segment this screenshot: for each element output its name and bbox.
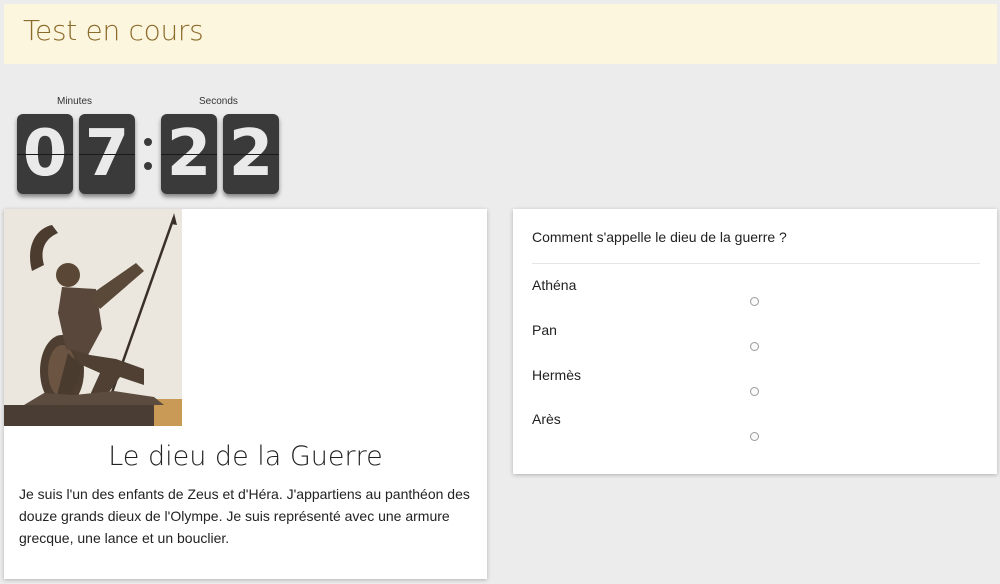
- quiz-question: Comment s'appelle le dieu de la guerre ?: [532, 229, 787, 245]
- timer-colon: [141, 128, 155, 178]
- option-label-pan: Pan: [532, 322, 557, 338]
- quiz-card: Comment s'appelle le dieu de la guerre ?…: [513, 209, 997, 474]
- radio-athena[interactable]: [750, 297, 759, 306]
- minutes-digit-ones: 7: [79, 114, 135, 194]
- quiz-divider: [532, 263, 980, 264]
- seconds-digit-ones: 2: [223, 114, 279, 194]
- seconds-label: Seconds: [199, 96, 238, 107]
- option-label-ares: Arès: [532, 411, 561, 427]
- lesson-title: Le dieu de la Guerre: [108, 441, 383, 472]
- minutes-digit-tens: 0: [17, 114, 73, 194]
- radio-ares[interactable]: [750, 432, 759, 441]
- page-title: Test en cours: [23, 14, 204, 47]
- lesson-text: Je suis l'un des enfants de Zeus et d'Hé…: [19, 486, 470, 546]
- spartan-statue-image: [4, 209, 182, 426]
- page-header: Test en cours: [4, 4, 997, 64]
- lesson-card: Le dieu de la Guerre Je suis l'un des en…: [4, 209, 487, 579]
- minutes-label: Minutes: [57, 96, 93, 107]
- radio-pan[interactable]: [750, 342, 759, 351]
- option-label-athena: Athéna: [532, 277, 577, 293]
- seconds-digit-tens: 2: [161, 114, 217, 194]
- option-label-hermes: Hermès: [532, 367, 582, 383]
- radio-hermes[interactable]: [750, 387, 759, 396]
